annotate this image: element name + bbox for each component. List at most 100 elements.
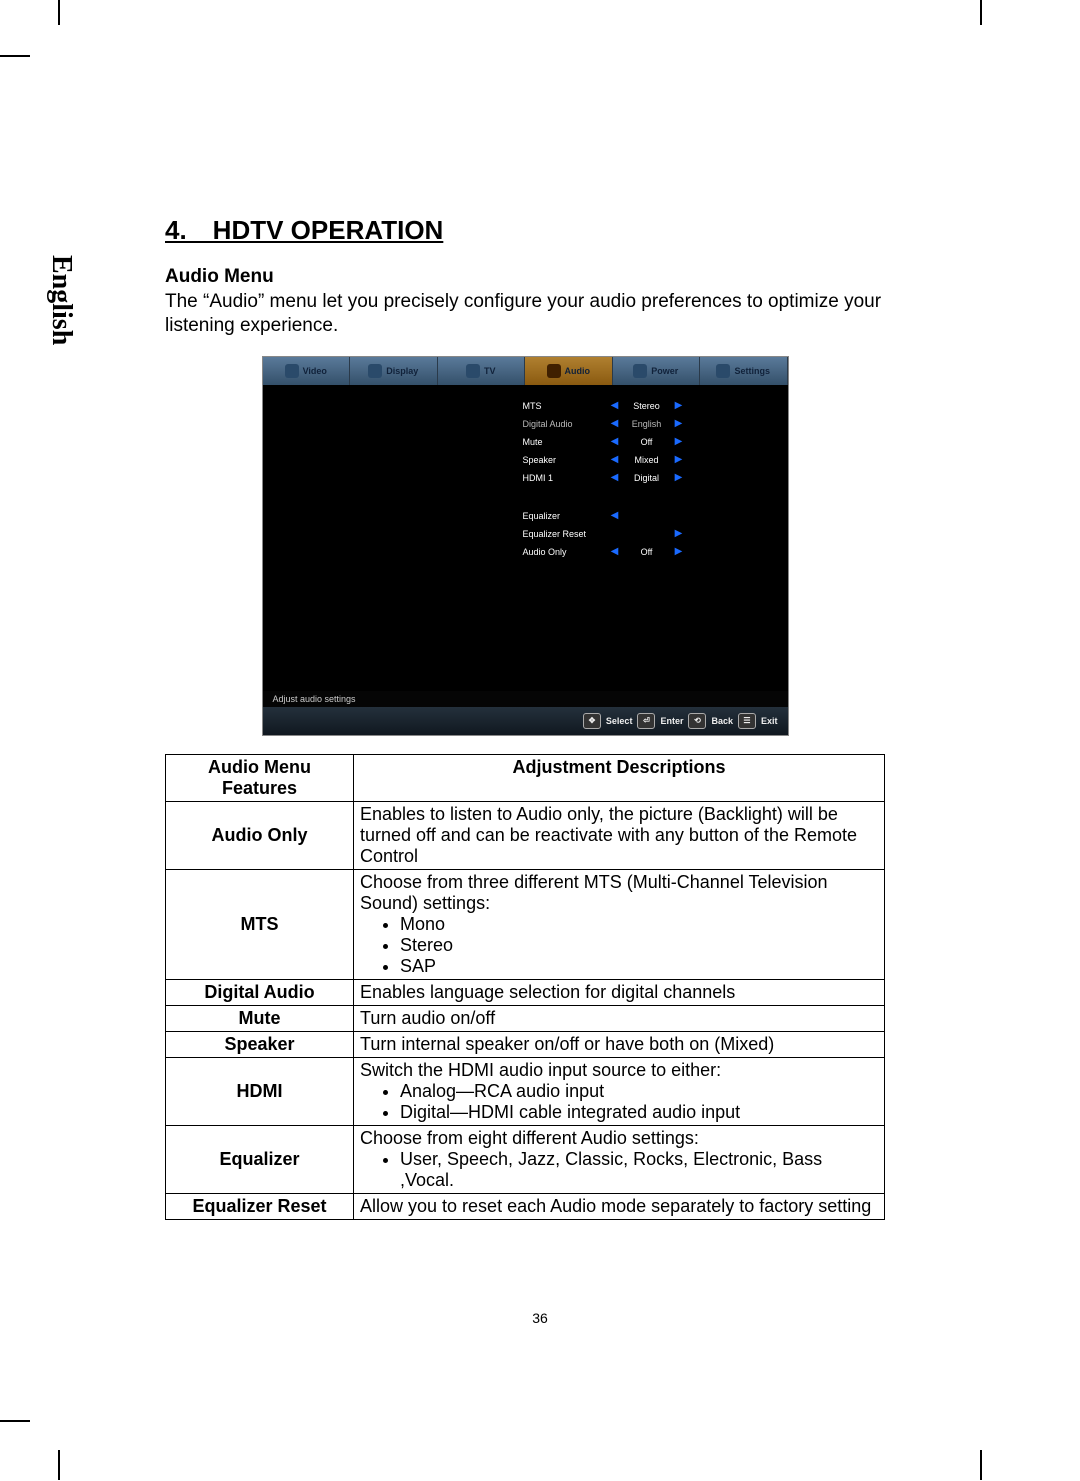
osd-row-label: Equalizer Reset	[523, 529, 608, 539]
feature-desc: Choose from eight different Audio settin…	[354, 1125, 885, 1193]
table-head-feature: Audio Menu Features	[166, 754, 354, 801]
arrow-right-icon[interactable]: ▶	[672, 400, 686, 411]
arrow-left-icon[interactable]: ◀	[608, 546, 622, 557]
table-row: Digital AudioEnables language selection …	[166, 979, 885, 1005]
feature-desc: Turn internal speaker on/off or have bot…	[354, 1031, 885, 1057]
osd-body: MTS◀Stereo▶Digital Audio◀English▶Mute◀Of…	[263, 385, 788, 691]
language-tab: English	[45, 255, 77, 345]
osd-row[interactable]: Equalizer Reset ▶	[523, 525, 768, 543]
feature-bullets: MonoStereoSAP	[400, 914, 878, 977]
osd-tab-label: Display	[386, 366, 418, 376]
osd-tab-tv[interactable]: TV	[438, 357, 526, 385]
osd-row[interactable]: Audio Only◀Off▶	[523, 543, 768, 561]
table-row: Equalizer ResetAllow you to reset each A…	[166, 1193, 885, 1219]
list-item: SAP	[400, 956, 878, 977]
arrow-right-icon[interactable]: ▶	[672, 472, 686, 483]
osd-hint: Adjust audio settings	[263, 691, 788, 707]
video-icon	[285, 364, 299, 378]
arrow-right-icon[interactable]: ▶	[672, 418, 686, 429]
table-row: Audio OnlyEnables to listen to Audio onl…	[166, 801, 885, 869]
arrow-left-icon[interactable]: ◀	[608, 454, 622, 465]
osd-row[interactable]: Mute◀Off▶	[523, 433, 768, 451]
list-item: Analog—RCA audio input	[400, 1081, 878, 1102]
osd-row-value: Stereo	[622, 401, 672, 411]
feature-desc: Allow you to reset each Audio mode separ…	[354, 1193, 885, 1219]
osd-row[interactable]: HDMI 1◀Digital▶	[523, 469, 768, 487]
intro-text: The “Audio” menu let you precisely confi…	[165, 290, 885, 338]
arrow-left-icon[interactable]: ◀	[608, 418, 622, 429]
osd-tab-label: Power	[651, 366, 678, 376]
osd-row-label: Digital Audio	[523, 419, 608, 429]
power-icon	[633, 364, 647, 378]
footer-enter: Enter	[660, 716, 683, 726]
arrow-left-icon[interactable]: ◀	[608, 436, 622, 447]
osd-tab-video[interactable]: Video	[263, 357, 351, 385]
arrow-left-icon[interactable]: ◀	[608, 472, 622, 483]
osd-row[interactable]: Equalizer◀	[523, 507, 768, 525]
audio-icon	[547, 364, 561, 378]
osd-row-label: Equalizer	[523, 511, 608, 521]
footer-back: Back	[711, 716, 733, 726]
enter-icon: ⏎	[637, 713, 655, 729]
table-row: MTSChoose from three different MTS (Mult…	[166, 869, 885, 979]
osd-footer: ✥ Select ⏎ Enter ⟲ Back ☰ Exit	[263, 707, 788, 735]
osd-tab-settings[interactable]: Settings	[700, 357, 788, 385]
feature-desc: Enables language selection for digital c…	[354, 979, 885, 1005]
osd-row-label: Audio Only	[523, 547, 608, 557]
crop-mark	[0, 55, 30, 57]
table-row: SpeakerTurn internal speaker on/off or h…	[166, 1031, 885, 1057]
osd-row[interactable]: MTS◀Stereo▶	[523, 397, 768, 415]
features-table: Audio Menu Features Adjustment Descripti…	[165, 754, 885, 1220]
crop-mark	[58, 1450, 60, 1480]
footer-select: Select	[606, 716, 633, 726]
crop-mark	[0, 1420, 30, 1422]
osd-row-value: Digital	[622, 473, 672, 483]
feature-desc: Enables to listen to Audio only, the pic…	[354, 801, 885, 869]
osd-row-label: MTS	[523, 401, 608, 411]
crop-mark	[58, 0, 60, 25]
page-content: 4. HDTV OPERATION Audio Menu The “Audio”…	[165, 215, 885, 1220]
tv-icon	[466, 364, 480, 378]
table-row: EqualizerChoose from eight different Aud…	[166, 1125, 885, 1193]
display-icon	[368, 364, 382, 378]
osd-tab-display[interactable]: Display	[350, 357, 438, 385]
osd-row-value: Off	[622, 437, 672, 447]
arrow-right-icon[interactable]: ▶	[672, 528, 686, 539]
footer-exit: Exit	[761, 716, 778, 726]
table-row: HDMISwitch the HDMI audio input source t…	[166, 1057, 885, 1125]
arrow-right-icon[interactable]: ▶	[672, 436, 686, 447]
osd-tab-power[interactable]: Power	[613, 357, 701, 385]
feature-name: MTS	[166, 869, 354, 979]
list-item: Stereo	[400, 935, 878, 956]
feature-bullets: User, Speech, Jazz, Classic, Rocks, Elec…	[400, 1149, 878, 1191]
feature-name: Equalizer	[166, 1125, 354, 1193]
table-head-desc: Adjustment Descriptions	[354, 754, 885, 801]
arrow-left-icon[interactable]: ◀	[608, 400, 622, 411]
feature-name: Speaker	[166, 1031, 354, 1057]
list-item: Mono	[400, 914, 878, 935]
arrow-right-icon[interactable]: ▶	[672, 454, 686, 465]
arrow-left-icon[interactable]: ◀	[608, 510, 622, 521]
osd-screenshot: VideoDisplayTVAudioPowerSettings MTS◀Ste…	[262, 356, 789, 736]
osd-tab-label: TV	[484, 366, 496, 376]
osd-tab-audio[interactable]: Audio	[525, 357, 613, 385]
section-heading: 4. HDTV OPERATION	[165, 215, 885, 246]
feature-name: Mute	[166, 1005, 354, 1031]
osd-row-value: Off	[622, 547, 672, 557]
osd-tab-label: Audio	[565, 366, 591, 376]
osd-tab-label: Settings	[734, 366, 770, 376]
feature-desc: Choose from three different MTS (Multi-C…	[354, 869, 885, 979]
osd-row-label: HDMI 1	[523, 473, 608, 483]
list-item: Digital—HDMI cable integrated audio inpu…	[400, 1102, 878, 1123]
crop-mark	[980, 1450, 982, 1480]
arrow-right-icon[interactable]: ▶	[672, 546, 686, 557]
osd-row[interactable]: Speaker◀Mixed▶	[523, 451, 768, 469]
feature-desc: Switch the HDMI audio input source to ei…	[354, 1057, 885, 1125]
subheading: Audio Menu	[165, 266, 885, 288]
osd-row-value: Mixed	[622, 455, 672, 465]
table-row: MuteTurn audio on/off	[166, 1005, 885, 1031]
settings-icon	[716, 364, 730, 378]
osd-tab-label: Video	[303, 366, 327, 376]
feature-name: HDMI	[166, 1057, 354, 1125]
osd-row[interactable]: Digital Audio◀English▶	[523, 415, 768, 433]
